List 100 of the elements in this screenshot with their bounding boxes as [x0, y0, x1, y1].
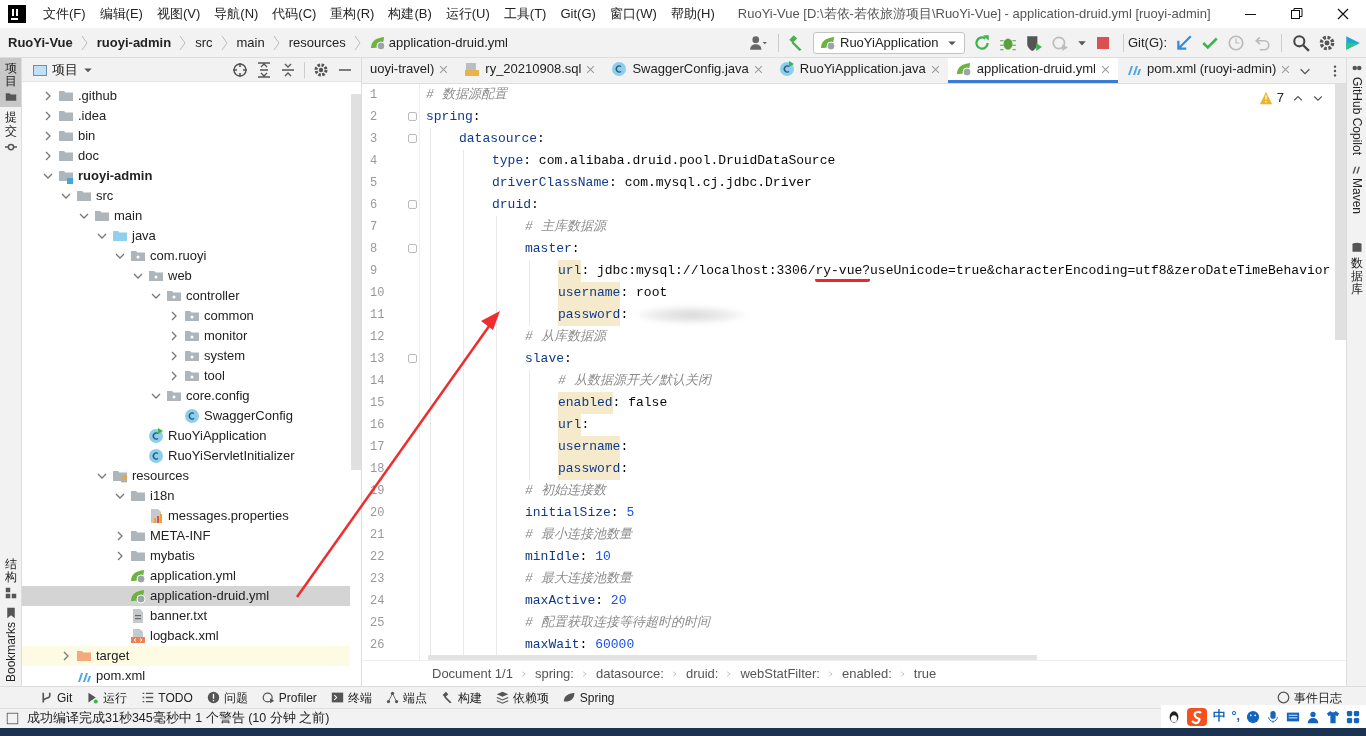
- app-logo-icon[interactable]: [8, 5, 26, 23]
- rerun-icon[interactable]: [973, 33, 991, 52]
- emoji-icon[interactable]: [1246, 709, 1260, 724]
- tree-item[interactable]: i18n: [22, 486, 350, 506]
- search-icon[interactable]: [1292, 33, 1310, 52]
- menu-item[interactable]: 窗口(W): [602, 4, 664, 24]
- fold-marker[interactable]: [408, 112, 417, 121]
- breadcrumb-item[interactable]: druid:: [685, 663, 719, 684]
- tree-item[interactable]: logback.xml: [22, 626, 350, 646]
- tree-item[interactable]: mybatis: [22, 546, 350, 566]
- breadcrumb-item[interactable]: enabled:: [841, 663, 892, 684]
- editor-tab[interactable]: SwaggerConfig.java: [603, 58, 771, 83]
- tree-item[interactable]: doc: [22, 146, 350, 166]
- tree-item[interactable]: core.config: [22, 386, 350, 406]
- menu-item[interactable]: 代码(C): [265, 4, 324, 24]
- menu-item[interactable]: 编辑(E): [92, 4, 150, 24]
- tree-item[interactable]: controller: [22, 286, 350, 306]
- fold-marker[interactable]: [408, 354, 417, 363]
- shirt-icon[interactable]: [1326, 709, 1340, 724]
- tree-item[interactable]: SwaggerConfig: [22, 406, 350, 426]
- scrollbar-thumb[interactable]: [1335, 84, 1346, 340]
- tool-window-button[interactable]: Profiler: [261, 688, 317, 707]
- tool-window-button[interactable]: TODO: [141, 688, 193, 707]
- tree-item[interactable]: bin: [22, 126, 350, 146]
- settings-icon[interactable]: [313, 61, 329, 78]
- grid-icon[interactable]: [1346, 709, 1360, 724]
- stop-icon[interactable]: [1095, 34, 1111, 51]
- tool-window-tab[interactable]: GitHub Copilot: [1347, 58, 1366, 160]
- tree-item[interactable]: application-druid.yml: [22, 586, 350, 606]
- breadcrumb-item[interactable]: application-druid.yml: [369, 32, 508, 53]
- tool-window-tab[interactable]: 结构: [0, 553, 21, 603]
- tree-item[interactable]: RuoYiServletInitializer: [22, 446, 350, 466]
- person-icon[interactable]: [1306, 709, 1320, 724]
- breadcrumb-item[interactable]: main: [236, 32, 265, 53]
- fold-marker[interactable]: [408, 244, 417, 253]
- breadcrumb-item[interactable]: RuoYi-Vue: [8, 32, 73, 53]
- menu-item[interactable]: 帮助(H): [663, 4, 722, 24]
- tool-window-button[interactable]: 终端: [330, 688, 372, 707]
- tool-window-button[interactable]: 端点: [385, 688, 427, 707]
- editor-tab[interactable]: ry_20210908.sql: [456, 58, 604, 83]
- tool-window-button[interactable]: 构建: [440, 688, 482, 707]
- restore-icon[interactable]: [1291, 8, 1303, 20]
- tree-item[interactable]: src: [22, 186, 350, 206]
- ime-indicator[interactable]: 中: [1212, 707, 1226, 726]
- tree-item[interactable]: web: [22, 266, 350, 286]
- tool-window-tab[interactable]: 项目: [0, 58, 21, 108]
- tool-window-button[interactable]: 问题: [206, 688, 248, 707]
- menu-item[interactable]: 视图(V): [149, 4, 208, 24]
- tree-item[interactable]: common: [22, 306, 350, 326]
- tree-item[interactable]: com.ruoyi: [22, 246, 350, 266]
- tree-item[interactable]: .idea: [22, 106, 350, 126]
- editor-tab[interactable]: uoyi-travel): [362, 58, 457, 83]
- tool-window-button[interactable]: 运行: [86, 688, 128, 707]
- tree-item[interactable]: RuoYiApplication: [22, 426, 350, 446]
- ime-indicator[interactable]: °,: [1231, 707, 1240, 726]
- menu-item[interactable]: 导航(N): [207, 4, 266, 24]
- tree-item[interactable]: messages.properties: [22, 506, 350, 526]
- project-view-dropdown[interactable]: 项目: [32, 59, 94, 80]
- tool-window-tab[interactable]: Bookmarks: [0, 602, 21, 686]
- tool-window-button[interactable]: 事件日志: [1277, 688, 1366, 707]
- breadcrumb-item[interactable]: datasource:: [595, 663, 664, 684]
- tree-item[interactable]: application.yml: [22, 566, 350, 586]
- breadcrumb-item[interactable]: Document 1/1: [432, 663, 513, 684]
- panel-toggle-icon[interactable]: [6, 712, 19, 725]
- fold-marker[interactable]: [408, 200, 417, 209]
- run-config-dropdown[interactable]: RuoYiApplication: [813, 31, 965, 54]
- menu-item[interactable]: Git(G): [553, 4, 603, 24]
- scrollbar-thumb[interactable]: [428, 655, 1037, 660]
- breadcrumb-item[interactable]: src: [195, 32, 213, 53]
- ime-logo-icon[interactable]: [1186, 707, 1207, 726]
- menu-item[interactable]: 构建(B): [381, 4, 439, 24]
- tool-window-button[interactable]: 依赖项: [495, 688, 549, 707]
- breadcrumb-item[interactable]: resources: [288, 32, 346, 53]
- editor-tab[interactable]: RuoYiApplication.java: [770, 58, 948, 83]
- scrollbar-thumb[interactable]: [351, 94, 361, 470]
- tool-window-tab[interactable]: 数据库: [1347, 238, 1366, 301]
- shield-icon[interactable]: [1025, 33, 1043, 52]
- collapse-all-icon[interactable]: [280, 61, 296, 78]
- tree-item[interactable]: ruoyi-admin: [22, 166, 350, 186]
- tree-item[interactable]: .github: [22, 86, 350, 106]
- breadcrumb-item[interactable]: spring:: [534, 663, 574, 684]
- tool-window-tab[interactable]: Maven: [1347, 159, 1366, 219]
- tree-item[interactable]: system: [22, 346, 350, 366]
- breadcrumb-item[interactable]: true: [913, 663, 937, 684]
- settings-icon[interactable]: [1318, 33, 1336, 52]
- locate-icon[interactable]: [232, 61, 248, 78]
- warning-count[interactable]: 7: [1258, 88, 1284, 108]
- menu-item[interactable]: 重构(R): [323, 4, 382, 24]
- tool-window-button[interactable]: Spring: [562, 688, 615, 707]
- tree-item[interactable]: tool: [22, 366, 350, 386]
- update-arrow-icon[interactable]: [1175, 33, 1193, 52]
- tree-item[interactable]: main: [22, 206, 350, 226]
- tool-window-tab[interactable]: 提交: [0, 107, 21, 157]
- menu-item[interactable]: 工具(T): [496, 4, 554, 24]
- menu-item[interactable]: 运行(U): [438, 4, 497, 24]
- menu-item[interactable]: 文件(F): [36, 4, 93, 24]
- close-icon[interactable]: [1337, 8, 1349, 20]
- editor-tab[interactable]: application-druid.yml: [947, 58, 1118, 83]
- tree-item[interactable]: target: [22, 646, 350, 666]
- tree-item[interactable]: pom.xml: [22, 666, 350, 686]
